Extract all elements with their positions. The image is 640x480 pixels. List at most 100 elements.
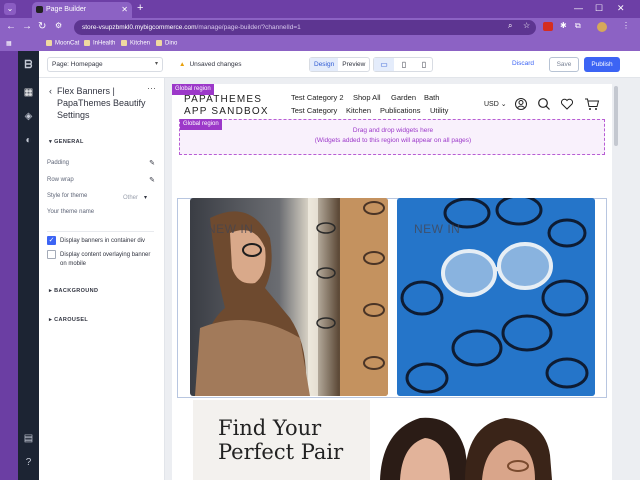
extensions-puzzle-icon[interactable]: ⧉ <box>575 21 581 31</box>
search-icon[interactable] <box>537 97 551 111</box>
bookmark-label: MoonCat <box>55 40 80 47</box>
storefront-icon[interactable]: ▤ <box>18 429 39 449</box>
help-icon[interactable]: ? <box>18 453 39 473</box>
forward-icon[interactable]: → <box>22 21 32 32</box>
design-mode-button[interactable]: Design <box>310 58 339 71</box>
profile-avatar-icon[interactable] <box>597 22 607 32</box>
menu-shop-all[interactable]: Shop All <box>353 93 381 102</box>
maximize-icon[interactable]: ☐ <box>595 3 603 14</box>
mode-toggle: Design Preview <box>309 57 371 72</box>
browser-titlebar: ⌄ Page Builder ✕ + — ☐ ✕ <box>0 0 640 18</box>
folder-icon <box>156 40 162 46</box>
bookmark-label: Dino <box>165 40 178 47</box>
bookmark-dino[interactable]: Dino <box>156 40 177 47</box>
account-icon[interactable] <box>514 97 528 111</box>
section-background[interactable]: ▸ BACKGROUND <box>49 288 98 294</box>
url-field[interactable]: store-vsupzbmkl0.mybigcommerce.com/manag… <box>74 20 536 35</box>
tab-search-icon[interactable]: ⌄ <box>4 3 16 15</box>
red-extension-icon[interactable] <box>543 22 553 31</box>
minimize-icon[interactable]: — <box>574 3 583 13</box>
dropzone-subtitle: (Widgets added to this region will appea… <box>314 137 472 144</box>
discard-button[interactable]: Discard <box>512 60 534 67</box>
promo-title: Find Your Perfect Pair <box>218 416 344 464</box>
bookmark-inhealth[interactable]: InHealth <box>84 40 115 47</box>
more-options-icon[interactable]: ··· <box>147 83 156 93</box>
section-carousel-label: CAROUSEL <box>54 317 89 323</box>
site-info-icon[interactable]: ⚙ <box>55 21 62 30</box>
logo-line-2: APP SANDBOX <box>184 106 269 117</box>
window-close-icon[interactable]: ✕ <box>617 3 625 14</box>
padding-row[interactable]: Padding ✎ <box>47 159 155 167</box>
tablet-icon[interactable]: ▯ <box>394 58 414 71</box>
global-region-dropzone[interactable]: Drag and drop widgets here (Widgets adde… <box>179 119 605 155</box>
new-tab-icon[interactable]: + <box>137 2 143 14</box>
save-button[interactable]: Save <box>549 57 579 72</box>
currency-selector[interactable]: USD ⌄ <box>484 100 507 108</box>
banner-left[interactable]: NEW IN <box>190 198 388 396</box>
women-portrait-photo <box>370 400 612 480</box>
display-banners-checkbox[interactable]: ✓ <box>47 236 56 245</box>
dropzone-title: Drag and drop widgets here <box>352 127 434 134</box>
section-carousel[interactable]: ▸ CAROUSEL <box>49 317 88 323</box>
widget-settings-panel: ‹ Flex Banners | PapaThemes Beautify Set… <box>39 78 165 480</box>
back-icon[interactable]: ← <box>6 21 16 32</box>
menu-publications[interactable]: Publications <box>380 106 420 115</box>
chevron-down-icon: ▾ <box>154 61 158 67</box>
display-overlay-checkbox[interactable] <box>47 250 56 259</box>
row-wrap-row[interactable]: Row wrap ✎ <box>47 176 155 184</box>
device-toggle: ▭ ▯ ▯ <box>373 57 433 72</box>
store-logo[interactable]: PAPATHEMES APP SANDBOX <box>184 94 269 118</box>
layers-icon[interactable]: ◈ <box>18 107 39 127</box>
edit-pencil-icon[interactable]: ✎ <box>149 176 155 184</box>
unsaved-label: Unsaved changes <box>189 61 242 68</box>
section-general-label: GENERAL <box>54 139 84 145</box>
browser-tab[interactable]: Page Builder ✕ <box>32 2 132 18</box>
menu-test-category-2[interactable]: Test Category 2 <box>291 93 344 102</box>
back-chevron-icon[interactable]: ‹ <box>49 86 52 96</box>
wishlist-heart-icon[interactable] <box>560 97 574 111</box>
bookmark-label: Kitchen <box>130 40 151 47</box>
url-path: /manage/page-builder/?channelId=1 <box>196 24 301 31</box>
menu-test-category[interactable]: Test Category <box>291 106 337 115</box>
menu-garden[interactable]: Garden <box>391 93 416 102</box>
theme-name-label: Your theme name <box>47 209 95 215</box>
bigcommerce-logo-icon[interactable]: ᗷ <box>18 55 39 75</box>
tab-close-icon[interactable]: ✕ <box>121 2 128 18</box>
desktop-icon[interactable]: ▭ <box>374 58 394 71</box>
preview-mode-button[interactable]: Preview <box>338 58 369 71</box>
style-for-theme-select[interactable]: Other ▾ <box>123 194 147 201</box>
reload-icon[interactable]: ↻ <box>38 21 46 32</box>
bookmark-kitchen[interactable]: Kitchen <box>121 40 150 47</box>
bookmark-label: InHealth <box>93 40 116 47</box>
theme-styles-palette-icon[interactable]: ◐ <box>18 131 39 151</box>
publish-button[interactable]: Publish <box>584 57 620 72</box>
bookmark-mooncat[interactable]: MoonCat <box>46 40 79 47</box>
page-builder-toolbar: Page: Homepage ▾ ▲ Unsaved changes Design… <box>39 51 640 78</box>
canvas-scrollbar-thumb[interactable] <box>614 86 618 146</box>
bookmark-star-icon[interactable]: ☆ <box>523 21 530 30</box>
cart-icon[interactable] <box>584 97 600 111</box>
browser-menu-icon[interactable]: ⋮ <box>622 21 630 30</box>
theme-name-input[interactable] <box>47 219 154 232</box>
style-for-theme-value: Other <box>123 195 139 201</box>
panel-title: Flex Banners | PapaThemes Beautify Setti… <box>57 86 146 120</box>
edit-pencil-icon[interactable]: ✎ <box>149 159 155 167</box>
global-region-tag-dropzone[interactable]: Global region <box>180 119 222 130</box>
chevron-down-icon: ▾ <box>144 195 148 201</box>
widgets-grid-icon[interactable]: ▦ <box>18 83 39 103</box>
menu-kitchen[interactable]: Kitchen <box>346 106 371 115</box>
row-wrap-label: Row wrap <box>47 177 74 183</box>
menu-utility[interactable]: Utility <box>430 106 448 115</box>
banner-right[interactable]: NEW IN <box>397 198 595 396</box>
logo-line-1: PAPATHEMES <box>184 94 263 105</box>
section-background-label: BACKGROUND <box>54 288 99 294</box>
bookmarks-bar: ▦ MoonCat InHealth Kitchen Dino <box>0 37 640 51</box>
menu-bath[interactable]: Bath <box>424 93 439 102</box>
zoom-icon[interactable]: ⌕ <box>508 21 512 31</box>
mobile-icon[interactable]: ▯ <box>414 58 434 71</box>
folder-icon <box>46 40 52 46</box>
section-general[interactable]: ▾ GENERAL <box>49 139 84 145</box>
page-select[interactable]: Page: Homepage ▾ <box>47 57 163 72</box>
apps-grid-icon[interactable]: ▦ <box>6 40 12 47</box>
extension-icon[interactable]: ✱ <box>560 21 567 30</box>
